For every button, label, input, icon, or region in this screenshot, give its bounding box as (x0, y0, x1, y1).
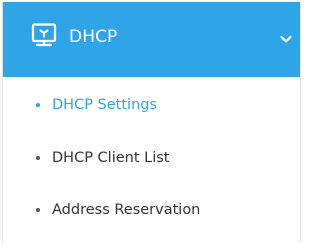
dhcp-menu-header[interactable]: DHCP (3, 2, 300, 77)
dhcp-menu-panel: DHCP DHCP Settings DHCP Client List Addr… (2, 2, 301, 242)
submenu-item-label: DHCP Client List (52, 150, 170, 166)
bullet-icon (36, 208, 40, 212)
submenu-item-dhcp-client-list[interactable]: DHCP Client List (3, 144, 300, 174)
submenu-item-label: DHCP Settings (52, 97, 158, 113)
submenu-item-dhcp-settings[interactable]: DHCP Settings (3, 91, 300, 121)
dhcp-menu-title: DHCP (69, 27, 118, 47)
chevron-down-icon[interactable] (280, 35, 292, 44)
bullet-icon (36, 103, 40, 107)
monitor-network-icon (31, 23, 57, 47)
bullet-icon (36, 156, 40, 160)
submenu-item-label: Address Reservation (52, 202, 201, 218)
submenu-item-address-reservation[interactable]: Address Reservation (3, 196, 300, 226)
